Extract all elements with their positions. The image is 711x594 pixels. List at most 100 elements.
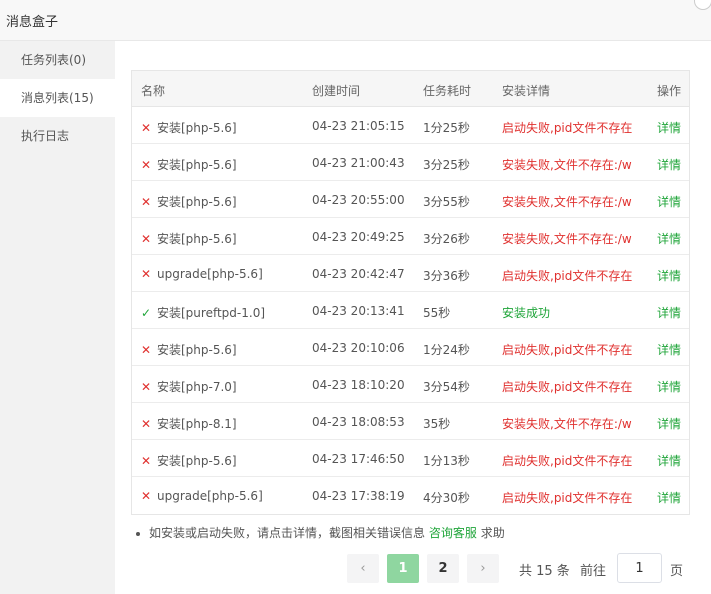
detail-link[interactable]: 详情 xyxy=(657,193,681,210)
sidebar-item-label: 任务列表(0) xyxy=(21,53,86,67)
install-detail: 安装成功 xyxy=(502,306,551,320)
created-time: 04-23 21:00:43 xyxy=(312,156,405,170)
detail-link[interactable]: 详情 xyxy=(657,119,681,136)
created-time: 04-23 20:42:47 xyxy=(312,267,405,281)
cross-icon: ✕ xyxy=(141,343,152,357)
created-time: 04-23 20:13:41 xyxy=(312,304,405,318)
created-time: 04-23 17:46:50 xyxy=(312,452,405,466)
task-name: ✓ 安装[pureftpd-1.0] xyxy=(141,304,265,321)
task-name: ✕ 安装[php-5.6] xyxy=(141,119,237,136)
page-button-1[interactable]: 1 xyxy=(387,554,419,583)
install-detail: 安装失败,文件不存在:/w xyxy=(502,158,632,172)
cross-icon: ✕ xyxy=(141,380,152,394)
detail-link[interactable]: 详情 xyxy=(657,489,681,506)
install-detail: 安装失败,文件不存在:/w xyxy=(502,417,632,431)
sidebar-item-messages[interactable]: 消息列表(15) xyxy=(0,79,115,117)
table-row: ✓ 安装[pureftpd-1.0] 04-23 20:13:41 55秒 安装成功 详情 xyxy=(132,292,689,329)
table-body: ✕ 安装[php-5.6] 04-23 21:05:15 1分25秒 启动失败,pid文… xyxy=(132,107,689,514)
install-detail: 安装失败,文件不存在:/w xyxy=(502,195,632,209)
next-page-button[interactable]: › xyxy=(467,554,499,583)
header-created: 创建时间 xyxy=(312,84,361,98)
message-table: 名称 创建时间 任务耗时 安装详情 操作 ✕ 安装[php-5.6] 04-23 2… xyxy=(131,70,690,515)
table-row: ✕ 安装[php-5.6] 04-23 17:46:50 1分13秒 启动失败,pid文… xyxy=(132,440,689,477)
detail-link[interactable]: 详情 xyxy=(657,415,681,432)
detail-link[interactable]: 详情 xyxy=(657,341,681,358)
install-detail: 启动失败,pid文件不存在 xyxy=(502,343,633,357)
task-name: ✕ 安装[php-5.6] xyxy=(141,341,237,358)
detail-link[interactable]: 详情 xyxy=(657,230,681,247)
install-detail: 启动失败,pid文件不存在 xyxy=(502,454,633,468)
header-action: 操作 xyxy=(657,84,682,98)
cross-icon: ✕ xyxy=(141,417,152,431)
task-name-text: 安装[php-7.0] xyxy=(157,380,237,394)
cross-icon: ✕ xyxy=(141,121,152,135)
bullet-icon xyxy=(136,531,140,536)
goto-page-input[interactable] xyxy=(617,553,662,583)
help-note: 如安装或启动失败，请点击详情，截图相关错误信息 咨询客服 求助 xyxy=(136,524,505,541)
detail-link[interactable]: 详情 xyxy=(657,156,681,173)
detail-link[interactable]: 详情 xyxy=(657,378,681,395)
chevron-right-icon: › xyxy=(480,561,486,576)
detail-link[interactable]: 详情 xyxy=(657,452,681,469)
task-name: ✕ upgrade[php-5.6] xyxy=(141,489,263,503)
help-note-suffix: 求助 xyxy=(480,526,505,540)
task-name: ✕ 安装[php-7.0] xyxy=(141,378,237,395)
task-duration: 1分13秒 xyxy=(423,454,470,468)
cross-icon: ✕ xyxy=(141,232,152,246)
task-name: ✕ 安装[php-5.6] xyxy=(141,193,237,210)
created-time: 04-23 18:10:20 xyxy=(312,378,405,392)
cross-icon: ✕ xyxy=(141,489,152,503)
detail-link[interactable]: 详情 xyxy=(657,304,681,321)
task-name-text: upgrade[php-5.6] xyxy=(157,267,263,281)
cross-icon: ✕ xyxy=(141,195,152,209)
page-unit-label: 页 xyxy=(670,564,684,579)
table-row: ✕ 安装[php-8.1] 04-23 18:08:53 35秒 安装失败,文件不存在:… xyxy=(132,403,689,440)
task-name: ✕ 安装[php-5.6] xyxy=(141,156,237,173)
install-detail: 启动失败,pid文件不存在 xyxy=(502,380,633,394)
contact-support-link[interactable]: 咨询客服 xyxy=(429,526,477,540)
sidebar-item-label: 消息列表(15) xyxy=(21,91,94,105)
task-name-text: 安装[php-5.6] xyxy=(157,232,237,246)
check-icon: ✓ xyxy=(141,306,152,320)
task-duration: 35秒 xyxy=(423,417,451,431)
task-duration: 3分36秒 xyxy=(423,269,470,283)
table-row: ✕ upgrade[php-5.6] 04-23 20:42:47 3分36秒 启动失败… xyxy=(132,255,689,292)
detail-link[interactable]: 详情 xyxy=(657,267,681,284)
table-header: 名称 创建时间 任务耗时 安装详情 操作 xyxy=(132,71,689,107)
created-time: 04-23 17:38:19 xyxy=(312,489,405,503)
task-name: ✕ 安装[php-5.6] xyxy=(141,452,237,469)
total-count: 共 15 条 xyxy=(519,564,570,579)
install-detail: 启动失败,pid文件不存在 xyxy=(502,491,633,505)
task-name: ✕ upgrade[php-5.6] xyxy=(141,267,263,281)
task-name-text: 安装[php-8.1] xyxy=(157,417,237,431)
table-row: ✕ 安装[php-5.6] 04-23 20:49:25 3分26秒 安装失败,文件不存… xyxy=(132,218,689,255)
install-detail: 启动失败,pid文件不存在 xyxy=(502,121,633,135)
install-detail: 启动失败,pid文件不存在 xyxy=(502,269,633,283)
table-row: ✕ 安装[php-5.6] 04-23 21:00:43 3分25秒 安装失败,文件不存… xyxy=(132,144,689,181)
header-detail: 安装详情 xyxy=(502,84,551,98)
chevron-left-icon: ‹ xyxy=(360,561,366,576)
dialog-titlebar: 消息盒子 xyxy=(0,0,711,41)
task-duration: 3分26秒 xyxy=(423,232,470,246)
task-name-text: upgrade[php-5.6] xyxy=(157,489,263,503)
sidebar-item-logs[interactable]: 执行日志 xyxy=(0,117,115,155)
help-note-text: 如安装或启动失败，请点击详情，截图相关错误信息 xyxy=(149,526,426,540)
task-name-text: 安装[php-5.6] xyxy=(157,121,237,135)
cross-icon: ✕ xyxy=(141,454,152,468)
cross-icon: ✕ xyxy=(141,158,152,172)
task-duration: 3分54秒 xyxy=(423,380,470,394)
task-name: ✕ 安装[php-8.1] xyxy=(141,415,237,432)
task-duration: 4分30秒 xyxy=(423,491,470,505)
sidebar-item-tasks[interactable]: 任务列表(0) xyxy=(0,41,115,79)
created-time: 04-23 21:05:15 xyxy=(312,119,405,133)
header-duration: 任务耗时 xyxy=(423,84,472,98)
page-button-2[interactable]: 2 xyxy=(427,554,459,583)
task-name-text: 安装[php-5.6] xyxy=(157,454,237,468)
dialog-title: 消息盒子 xyxy=(6,15,59,30)
sidebar: 任务列表(0) 消息列表(15) 执行日志 xyxy=(0,41,115,594)
header-name: 名称 xyxy=(141,84,166,98)
prev-page-button[interactable]: ‹ xyxy=(347,554,379,583)
task-name-text: 安装[php-5.6] xyxy=(157,195,237,209)
task-duration: 3分55秒 xyxy=(423,195,470,209)
created-time: 04-23 20:55:00 xyxy=(312,193,405,207)
